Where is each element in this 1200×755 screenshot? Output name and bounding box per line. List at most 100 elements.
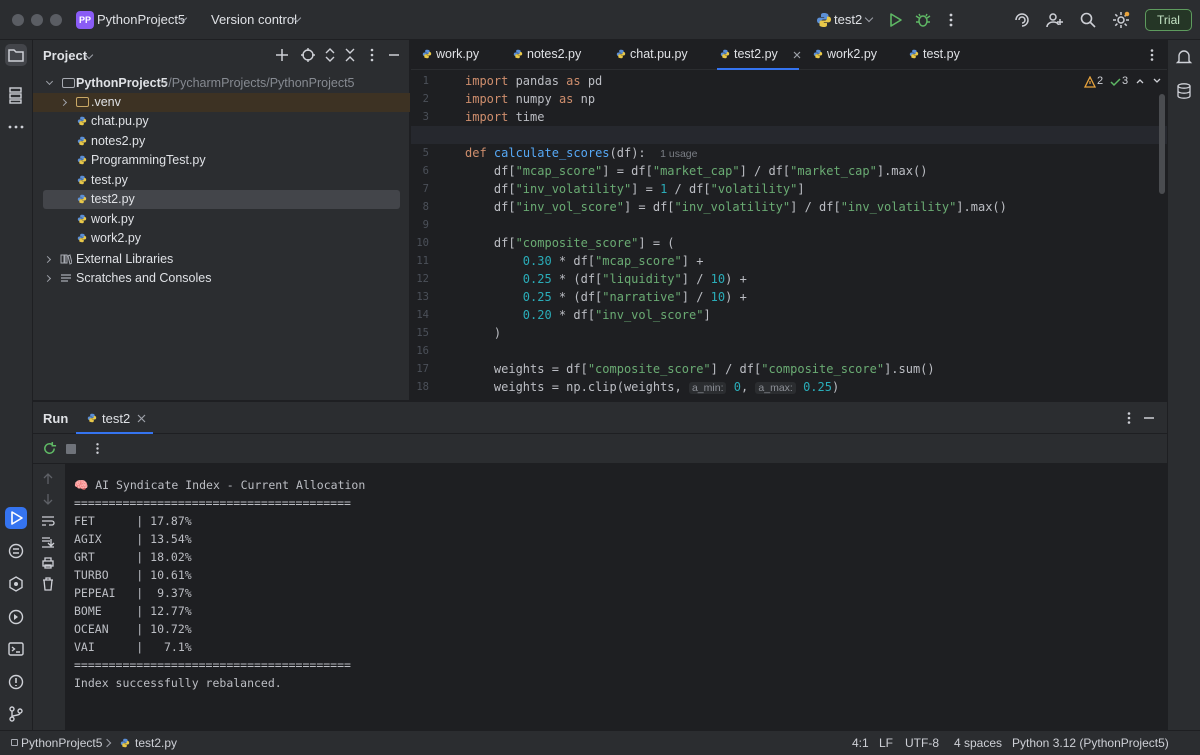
console-output[interactable]: 🧠 AI Syndicate Index - Current Allocatio…: [65, 464, 1167, 731]
python-console-icon[interactable]: [5, 606, 27, 628]
tree-item-label: chat.pu.py: [91, 114, 149, 128]
editor-tabs: work.py notes2.py chat.pu.py test2.py work2.…: [411, 40, 1167, 70]
trash-icon[interactable]: [41, 577, 55, 591]
tree-item-file[interactable]: notes2.py: [33, 132, 410, 151]
tree-root[interactable]: PythonProject5 ~/PycharmProjects/PythonP…: [33, 74, 410, 93]
code-line: 0.25 * (df["liquidity"] / 10) +: [522, 272, 747, 286]
services-icon[interactable]: [5, 573, 27, 595]
python-file-icon: [77, 116, 87, 126]
close-window-button[interactable]: [12, 14, 24, 26]
indent-setting[interactable]: 4 spaces: [954, 731, 1002, 755]
version-control-menu[interactable]: Version control: [211, 12, 297, 27]
console-line: VAI | 7.1%: [74, 640, 192, 654]
minimize-window-button[interactable]: [31, 14, 43, 26]
console-line: Index successfully rebalanced.: [74, 676, 282, 690]
tree-item-file[interactable]: chat.pu.py: [33, 112, 410, 131]
python-file-icon: [77, 214, 87, 224]
console-line: TURBO | 10.61%: [74, 568, 192, 582]
project-folder-icon[interactable]: [5, 44, 27, 66]
add-user-icon[interactable]: [1045, 10, 1065, 30]
arrow-down-icon[interactable]: [41, 492, 55, 506]
run-icon[interactable]: [885, 10, 905, 30]
breadcrumb-file[interactable]: test2.py: [135, 731, 177, 755]
python-file-icon: [720, 49, 730, 59]
editor-tab[interactable]: work.py: [419, 40, 495, 70]
tree-item-file[interactable]: ProgrammingTest.py: [33, 151, 410, 170]
terminal-icon[interactable]: [5, 638, 27, 660]
tree-item-file[interactable]: test.py: [33, 171, 410, 190]
tree-item-file[interactable]: test2.py: [43, 190, 400, 209]
stop-icon[interactable]: [66, 444, 76, 454]
tree-item-file[interactable]: work2.py: [33, 229, 410, 248]
run-tool-icon[interactable]: [5, 507, 27, 529]
project-switcher[interactable]: PythonProject5: [97, 12, 185, 27]
status-bar: PythonProject5 test2.py 4:1 LF UTF-8 4 s…: [0, 730, 1200, 755]
more-vertical-icon[interactable]: [90, 441, 105, 456]
ai-assistant-icon[interactable]: [1012, 10, 1032, 30]
soft-wrap-icon[interactable]: [41, 514, 55, 528]
editor-scrollbar[interactable]: [1159, 94, 1165, 194]
run-panel-title[interactable]: Run: [43, 411, 68, 426]
collapse-all-icon[interactable]: [341, 46, 359, 64]
structure-icon[interactable]: [5, 84, 27, 106]
arrow-up-icon[interactable]: [41, 472, 55, 486]
trial-button[interactable]: Trial: [1145, 9, 1192, 31]
close-icon[interactable]: [137, 414, 146, 423]
debug-icon[interactable]: [913, 10, 933, 30]
more-vertical-icon[interactable]: [1121, 410, 1137, 426]
line-ending[interactable]: LF: [879, 731, 893, 755]
editor-tab[interactable]: notes2.py: [510, 40, 598, 70]
caret-position[interactable]: 4:1: [852, 731, 869, 755]
hide-panel-icon[interactable]: [1141, 410, 1157, 426]
notifications-bell-icon[interactable]: [1173, 46, 1195, 68]
print-icon[interactable]: [41, 556, 55, 570]
locate-file-icon[interactable]: [299, 46, 317, 64]
python-interpreter[interactable]: Python 3.12 (PythonProject5): [1012, 731, 1169, 755]
project-panel-title[interactable]: Project: [43, 48, 87, 63]
editor-tab[interactable]: test2.py: [717, 40, 801, 70]
close-icon[interactable]: [793, 51, 801, 59]
project-badge[interactable]: PP: [76, 11, 94, 29]
run-panel-header: Run test2: [33, 402, 1167, 434]
code-editor[interactable]: 2 3 123456789101112131415161718 import p…: [411, 70, 1167, 400]
param-hint-min: a_min:: [688, 382, 727, 394]
scroll-to-end-icon[interactable]: [41, 535, 55, 549]
new-file-icon[interactable]: [273, 46, 291, 64]
chevron-right-icon: [43, 274, 52, 283]
python-file-icon: [909, 49, 919, 59]
file-encoding[interactable]: UTF-8: [905, 731, 939, 755]
python-icon: [817, 13, 831, 27]
more-vertical-icon[interactable]: [363, 46, 381, 64]
python-packages-icon[interactable]: [5, 540, 27, 562]
more-vertical-icon[interactable]: [1144, 47, 1160, 63]
more-vertical-icon[interactable]: [941, 10, 961, 30]
python-file-icon: [422, 49, 432, 59]
folder-icon: [62, 78, 75, 88]
editor-tab[interactable]: work2.py: [810, 40, 890, 70]
tree-item-venv[interactable]: .venv: [33, 93, 410, 112]
more-horizontal-icon[interactable]: [5, 116, 27, 138]
git-branch-icon[interactable]: [5, 703, 27, 725]
python-file-icon: [77, 136, 87, 146]
editor-tab[interactable]: test.py: [906, 40, 966, 70]
tree-item-file[interactable]: work.py: [33, 210, 410, 229]
maximize-window-button[interactable]: [50, 14, 62, 26]
hide-panel-icon[interactable]: [385, 46, 403, 64]
rerun-icon[interactable]: [42, 441, 57, 456]
breadcrumb-project[interactable]: PythonProject5: [21, 731, 102, 755]
run-tab[interactable]: test2: [76, 402, 153, 434]
code-line: import time: [465, 110, 545, 124]
database-icon[interactable]: [1173, 80, 1195, 102]
settings-gear-icon[interactable]: [1111, 10, 1131, 30]
usage-hint[interactable]: 1 usage: [660, 148, 697, 160]
tree-item-scratches[interactable]: Scratches and Consoles: [33, 269, 410, 288]
problems-icon[interactable]: [5, 671, 27, 693]
editor-tab[interactable]: chat.pu.py: [613, 40, 703, 70]
expand-all-icon[interactable]: [321, 46, 339, 64]
run-panel: Run test2 🧠 AI Syndicate Index - Current…: [33, 401, 1167, 731]
search-icon[interactable]: [1078, 10, 1098, 30]
run-config-selector[interactable]: test2: [834, 12, 862, 27]
tree-item-external-libraries[interactable]: External Libraries: [33, 250, 410, 269]
